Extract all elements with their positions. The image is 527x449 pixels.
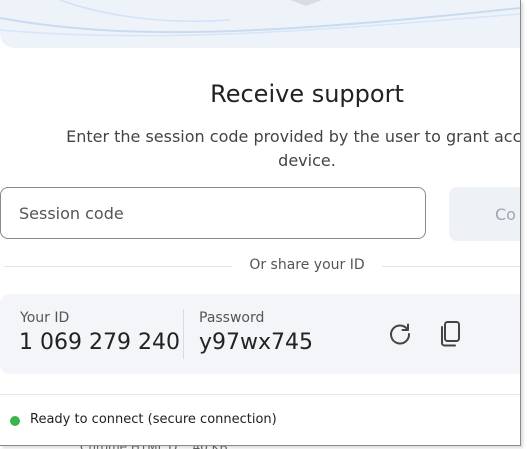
id-password-separator (183, 309, 184, 359)
divider-line-right (380, 266, 520, 267)
wave-decoration (0, 0, 520, 37)
copy-icon (441, 321, 460, 347)
session-code-input[interactable] (0, 187, 426, 239)
subtitle-line-2: device. (278, 151, 336, 170)
page-title: Receive support (210, 80, 404, 108)
support-window: Receive support Enter the session code p… (0, 0, 521, 446)
password-label: Password (199, 310, 265, 326)
status-text: Ready to connect (secure connection) (30, 412, 277, 427)
page-subtitle: Enter the session code provided by the u… (0, 125, 521, 173)
copy-credentials-button[interactable] (433, 317, 467, 351)
refresh-password-button[interactable] (383, 317, 417, 351)
header-banner (0, 0, 520, 48)
your-id-label: Your ID (20, 310, 70, 326)
your-id-value: 1 069 279 240 (19, 330, 180, 355)
share-id-divider-label: Or share your ID (232, 257, 382, 273)
divider-line-left (4, 266, 234, 267)
status-indicator-dot (10, 416, 20, 426)
password-value: y97wx745 (199, 330, 314, 355)
subtitle-line-1: Enter the session code provided by the u… (66, 127, 521, 146)
refresh-icon (390, 323, 411, 345)
connect-button[interactable]: Co (449, 187, 520, 241)
